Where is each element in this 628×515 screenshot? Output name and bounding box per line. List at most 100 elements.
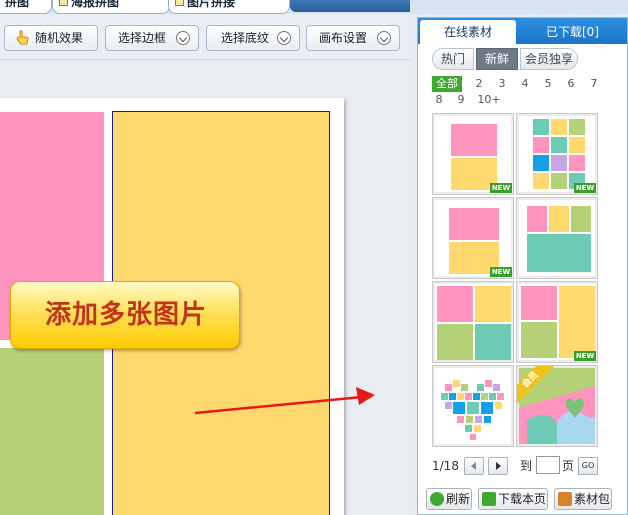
thumbnail-preview bbox=[519, 200, 595, 276]
panel-tabs: 在线素材 已下载[0] bbox=[418, 18, 627, 44]
layout-cell bbox=[527, 206, 547, 232]
template-thumbnail[interactable]: NEW bbox=[516, 281, 598, 363]
tab-poster-puzzle[interactable]: 海报拼图 bbox=[52, 0, 170, 14]
page-number-input[interactable] bbox=[536, 456, 560, 474]
toolbar: 随机效果 选择边框 选择底纹 画布设置 bbox=[0, 14, 410, 60]
new-badge: NEW bbox=[490, 183, 512, 193]
layout-cell bbox=[533, 155, 549, 171]
layout-cell bbox=[521, 322, 557, 358]
layout-cell bbox=[551, 155, 567, 171]
layout-cell bbox=[437, 286, 473, 322]
template-thumbnail[interactable]: NEW bbox=[432, 113, 514, 195]
layout-cell bbox=[559, 286, 595, 358]
download-label: 下载本页 bbox=[498, 492, 547, 506]
layout-cell bbox=[533, 173, 549, 189]
download-icon bbox=[482, 492, 496, 506]
page-link[interactable]: 10+ bbox=[476, 92, 502, 108]
filter-fresh[interactable]: 新鲜 bbox=[476, 48, 518, 70]
page-link[interactable]: 4 bbox=[518, 76, 532, 92]
pager: 1/18 到 页 GO bbox=[432, 455, 622, 477]
new-badge: NEW bbox=[574, 351, 596, 361]
filter-member[interactable]: 会员独享 bbox=[520, 48, 578, 70]
package-button[interactable]: 素材包 bbox=[554, 488, 612, 510]
page-link[interactable]: 3 bbox=[495, 76, 509, 92]
template-thumbnail[interactable]: NEW bbox=[432, 197, 514, 279]
tab-puzzle-label: 拼图 bbox=[5, 0, 30, 9]
tab-online-material[interactable]: 在线素材 bbox=[420, 20, 516, 44]
layout-cell bbox=[533, 119, 549, 135]
random-effect-button[interactable]: 随机效果 bbox=[4, 25, 98, 51]
layout-cell bbox=[475, 286, 511, 322]
random-effect-label: 随机效果 bbox=[35, 31, 84, 45]
template-thumbnail[interactable]: NEW bbox=[516, 113, 598, 195]
canvas-settings-label: 画布设置 bbox=[319, 31, 368, 45]
tab-poster-label: 海报拼图 bbox=[71, 0, 120, 9]
download-page-button[interactable]: 下载本页 bbox=[478, 488, 548, 510]
chevron-down-icon bbox=[377, 31, 391, 45]
page-link[interactable]: 8 bbox=[432, 92, 446, 108]
member-badge: 会员 bbox=[517, 366, 557, 406]
layout-cell bbox=[569, 155, 585, 171]
package-label: 素材包 bbox=[574, 492, 611, 506]
layout-cell bbox=[551, 137, 567, 153]
template-thumbnail[interactable] bbox=[432, 281, 514, 363]
page-unit-label: 页 bbox=[562, 459, 575, 473]
material-panel: 在线素材 已下载[0] 热门 新鲜 会员独享 全部 2 3 4 5 6 7 8 … bbox=[417, 17, 628, 515]
stitch-icon bbox=[175, 0, 184, 6]
chevron-down-icon bbox=[277, 31, 291, 45]
callout-text: 添加多张图片 bbox=[44, 300, 207, 330]
go-button[interactable]: GO bbox=[578, 457, 598, 475]
goto-label: 到 bbox=[520, 459, 533, 473]
layout-cell bbox=[475, 324, 511, 360]
page-link[interactable]: 9 bbox=[454, 92, 468, 108]
tab-image-stitch[interactable]: 图片拼接 bbox=[168, 0, 290, 14]
thumbnail-preview bbox=[435, 284, 511, 360]
top-tab-strip: 拼图 海报拼图 图片拼接 bbox=[0, 0, 628, 14]
page-link[interactable]: 6 bbox=[564, 76, 578, 92]
thumbnail-preview bbox=[519, 284, 595, 360]
thumbnail-preview bbox=[519, 116, 595, 192]
chevron-down-icon bbox=[176, 31, 190, 45]
new-badge: NEW bbox=[490, 267, 512, 277]
page-link[interactable]: 5 bbox=[541, 76, 555, 92]
callout-label: 添加多张图片 bbox=[10, 281, 240, 349]
layout-cell bbox=[549, 206, 569, 232]
refresh-button[interactable]: 刷新 bbox=[426, 488, 472, 510]
page-status: 1/18 bbox=[432, 459, 459, 473]
tab-puzzle[interactable]: 拼图 bbox=[0, 0, 52, 14]
select-border-button[interactable]: 选择边框 bbox=[105, 25, 199, 51]
layout-cell bbox=[551, 119, 567, 135]
page-link-all[interactable]: 全部 bbox=[432, 76, 462, 92]
next-page-button[interactable] bbox=[488, 457, 508, 475]
filter-hot[interactable]: 热门 bbox=[432, 48, 474, 70]
tab-downloaded[interactable]: 已下载[0] bbox=[518, 20, 627, 44]
layout-cell bbox=[451, 124, 497, 156]
layout-cell bbox=[449, 208, 499, 240]
canvas-settings-button[interactable]: 画布设置 bbox=[306, 25, 400, 51]
prev-page-button[interactable] bbox=[464, 457, 484, 475]
canvas-area: 添加多张图片 bbox=[0, 61, 410, 515]
thumbnail-preview bbox=[435, 200, 511, 276]
layout-cell bbox=[527, 234, 591, 272]
template-thumbnail-member[interactable]: 会员 bbox=[516, 365, 598, 447]
new-badge: NEW bbox=[574, 183, 596, 193]
panel-actions: 刷新 下载本页 素材包 bbox=[418, 482, 627, 514]
template-thumbnail-heart[interactable] bbox=[432, 365, 514, 447]
member-badge-label: 会员 bbox=[517, 366, 557, 406]
template-thumbnail[interactable] bbox=[516, 197, 598, 279]
select-border-label: 选择边框 bbox=[118, 31, 167, 45]
thumbnail-preview bbox=[435, 368, 511, 444]
poster-icon bbox=[59, 0, 68, 6]
package-icon bbox=[558, 492, 572, 506]
page-link[interactable]: 7 bbox=[587, 76, 601, 92]
thumbnail-preview bbox=[435, 116, 511, 192]
layout-cell bbox=[571, 206, 591, 232]
select-texture-button[interactable]: 选择底纹 bbox=[206, 25, 300, 51]
refresh-label: 刷新 bbox=[446, 492, 471, 506]
refresh-icon bbox=[430, 492, 444, 506]
layout-cell bbox=[569, 137, 585, 153]
layout-cell bbox=[551, 173, 567, 189]
layout-cell bbox=[521, 286, 557, 320]
page-link[interactable]: 2 bbox=[472, 76, 486, 92]
tab-strip-fill bbox=[290, 0, 410, 12]
